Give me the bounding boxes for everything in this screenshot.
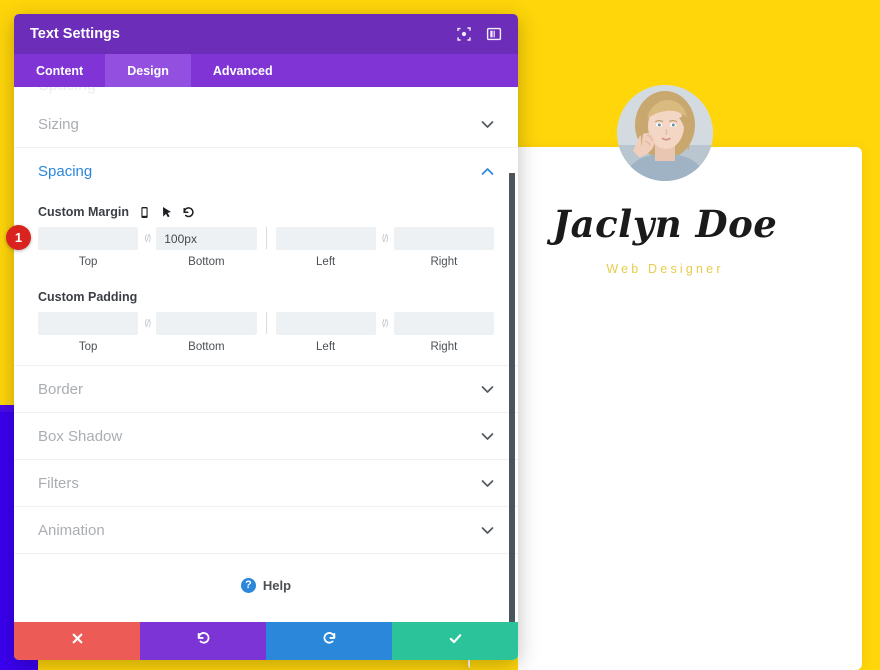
broken-link-icon-4[interactable]: ⟨/⟩ — [376, 312, 394, 335]
margin-right-cell: Right — [393, 227, 494, 268]
margin-top-label: Top — [78, 256, 98, 268]
redo-button[interactable] — [266, 622, 392, 660]
margin-left-label: Left — [316, 256, 336, 268]
modal-footer — [14, 622, 518, 660]
step-number-badge: 1 — [6, 225, 31, 250]
modal-tabs: Content Design Advanced — [14, 54, 518, 87]
section-box-shadow[interactable]: Box Shadow — [14, 413, 518, 460]
padding-bottom-label: Bottom — [188, 341, 225, 353]
custom-margin-inputs: Top ⟨/⟩ Bottom Left — [38, 227, 494, 268]
help-label: Help — [262, 578, 292, 593]
layout-columns-icon[interactable] — [486, 26, 502, 42]
margin-bottom-cell: Bottom — [156, 227, 257, 268]
cursor-pointer-icon[interactable] — [160, 206, 173, 219]
margin-top-input[interactable] — [38, 227, 139, 250]
padding-top-label: Top — [78, 341, 98, 353]
focus-target-icon[interactable] — [456, 26, 472, 42]
modal-header: Text Settings — [14, 14, 518, 54]
margin-left-input[interactable] — [275, 227, 376, 250]
chevron-up-icon — [481, 165, 494, 178]
custom-margin-field: Custom Margin Top ⟨/⟩ 100px Bottom Left … — [14, 195, 518, 280]
text-settings-modal: Text Settings Content Design Advanced Si… — [14, 14, 518, 660]
broken-link-icon[interactable]: ⟨/⟩ — [138, 227, 156, 250]
padding-top-cell: Top — [38, 312, 139, 353]
broken-link-icon-2[interactable]: ⟨/⟩ — [376, 227, 394, 250]
tab-content[interactable]: Content — [14, 54, 105, 87]
profile-role: Web Designer — [606, 262, 724, 276]
tab-advanced[interactable]: Advanced — [191, 54, 295, 87]
modal-title: Text Settings — [30, 26, 120, 42]
margin-divider — [265, 227, 267, 249]
custom-padding-field: Custom Padding Top ⟨/⟩ Bottom Left ⟨/⟩ R… — [14, 280, 518, 365]
custom-padding-header: Custom Padding — [38, 290, 494, 304]
padding-bottom-input[interactable] — [156, 312, 257, 335]
padding-horizontal-pair: Left ⟨/⟩ Right — [275, 312, 494, 353]
save-button[interactable] — [392, 622, 518, 660]
padding-right-label: Right — [430, 341, 458, 353]
section-spacing-label: Spacing — [38, 163, 93, 180]
scrollbar-thumb[interactable] — [509, 173, 515, 622]
section-animation-label: Animation — [38, 521, 105, 539]
broken-link-icon-3[interactable]: ⟨/⟩ — [138, 312, 156, 335]
section-spacing: Spacing Custom Margin Top ⟨/⟩ 100px Bott… — [14, 148, 518, 366]
margin-horizontal-pair: Left ⟨/⟩ Right — [275, 227, 494, 268]
section-spacing-header[interactable]: Spacing — [14, 148, 518, 195]
checkmark-icon — [448, 631, 463, 651]
help-button[interactable]: ? Help — [14, 554, 518, 617]
chevron-down-icon — [481, 118, 494, 131]
help-icon: ? — [240, 578, 256, 593]
margin-right-input[interactable] — [393, 227, 494, 250]
reset-icon[interactable] — [182, 206, 195, 219]
close-x-icon — [70, 631, 85, 651]
chevron-down-icon-5 — [481, 524, 494, 537]
margin-bottom-label: Bottom — [188, 256, 225, 268]
padding-right-input[interactable] — [393, 312, 494, 335]
custom-padding-inputs: Top ⟨/⟩ Bottom Left ⟨/⟩ Right — [38, 312, 494, 353]
undo-button[interactable] — [140, 622, 266, 660]
custom-padding-label: Custom Padding — [38, 290, 138, 304]
section-animation[interactable]: Animation — [14, 507, 518, 554]
padding-vertical-pair: Top ⟨/⟩ Bottom — [38, 312, 257, 353]
section-filters-label: Filters — [38, 474, 79, 492]
margin-bottom-input[interactable] — [156, 227, 257, 250]
settings-scroll-area[interactable]: Spacing Sizing Spacing — [14, 87, 518, 622]
undo-arrow-icon — [196, 631, 211, 651]
padding-top-input[interactable] — [38, 312, 139, 335]
avatar — [617, 85, 713, 181]
chevron-down-icon-2 — [481, 383, 494, 396]
section-border[interactable]: Border — [14, 366, 518, 413]
modal-body: Spacing Sizing Spacing — [14, 87, 518, 622]
section-sizing-label: Sizing — [38, 115, 79, 133]
padding-left-input[interactable] — [275, 312, 376, 335]
margin-right-label: Right — [430, 256, 458, 268]
mobile-device-icon[interactable] — [138, 206, 151, 219]
padding-left-cell: Left — [275, 312, 376, 353]
section-sizing[interactable]: Sizing — [14, 101, 518, 148]
custom-margin-icons — [138, 206, 195, 219]
chevron-down-icon-4 — [481, 477, 494, 490]
padding-divider — [265, 312, 267, 334]
custom-margin-label: Custom Margin — [38, 205, 129, 219]
modal-header-actions — [456, 26, 502, 42]
profile-name: Jaclyn Doe — [552, 202, 778, 246]
custom-margin-header: Custom Margin — [38, 205, 494, 219]
tab-design[interactable]: Design — [105, 54, 191, 87]
margin-vertical-pair: Top ⟨/⟩ Bottom — [38, 227, 257, 268]
margin-left-cell: Left — [275, 227, 376, 268]
section-border-label: Border — [38, 380, 84, 398]
padding-bottom-cell: Bottom — [156, 312, 257, 353]
padding-left-label: Left — [316, 341, 336, 353]
ghost-section-title: Spacing — [38, 87, 96, 95]
margin-top-cell: Top — [38, 227, 139, 268]
section-box-shadow-label: Box Shadow — [38, 427, 123, 445]
section-filters[interactable]: Filters — [14, 460, 518, 507]
padding-right-cell: Right — [393, 312, 494, 353]
chevron-down-icon-3 — [481, 430, 494, 443]
redo-arrow-icon — [322, 631, 337, 651]
cancel-button[interactable] — [14, 622, 140, 660]
